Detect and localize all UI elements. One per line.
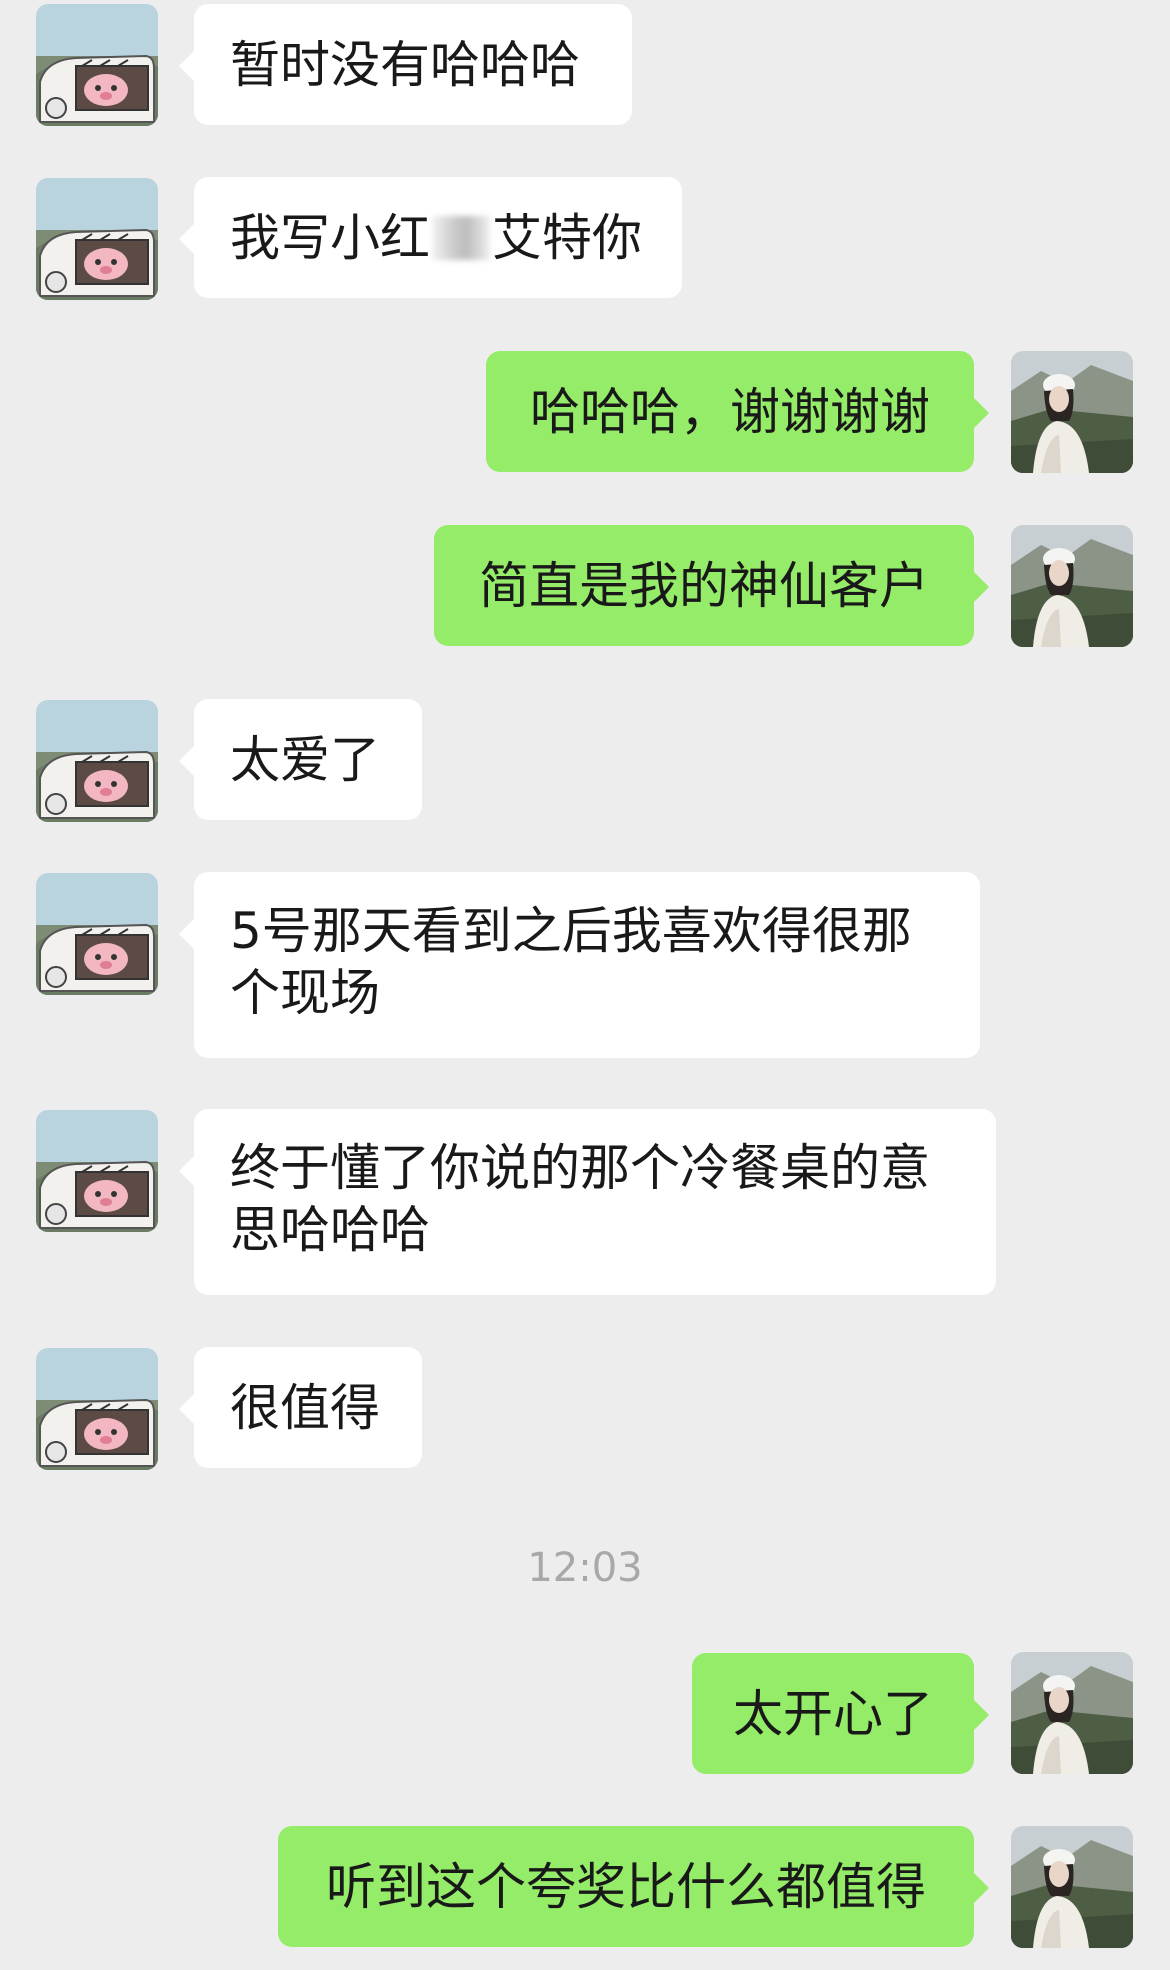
- message-text: 终于懂了你说的那个冷餐桌的意思哈哈哈: [230, 1139, 930, 1259]
- contact-avatar[interactable]: [36, 873, 158, 995]
- contact-avatar[interactable]: [36, 1348, 158, 1470]
- message-text: 简直是我的神仙客户: [479, 556, 929, 615]
- redacted-text: [432, 215, 490, 260]
- mountain-portrait-avatar-icon: [1011, 525, 1133, 647]
- cartoon-car-pig-avatar-icon: [36, 1348, 158, 1470]
- message-text: 太爱了: [230, 730, 380, 789]
- message-text: 5号那天看到之后我喜欢得很那个现场: [230, 902, 912, 1022]
- contact-avatar[interactable]: [36, 700, 158, 822]
- message-bubble-incoming[interactable]: 太爱了: [179, 699, 422, 820]
- cartoon-car-pig-avatar-icon: [36, 178, 158, 300]
- message-bubble-incoming[interactable]: 5号那天看到之后我喜欢得很那个现场: [179, 872, 980, 1058]
- message-text: 听到这个夸奖比什么都值得: [326, 1857, 926, 1916]
- cartoon-car-pig-avatar-icon: [36, 873, 158, 995]
- message-bubble-incoming[interactable]: 终于懂了你说的那个冷餐桌的意思哈哈哈: [179, 1109, 996, 1295]
- mountain-portrait-avatar-icon: [1011, 351, 1133, 473]
- message-bubble-outgoing[interactable]: 哈哈哈，谢谢谢谢: [486, 351, 989, 472]
- message-bubble-incoming[interactable]: 暂时没有哈哈哈: [179, 4, 632, 125]
- contact-avatar[interactable]: [36, 178, 158, 300]
- message-text: 艾特你: [492, 208, 642, 267]
- mountain-portrait-avatar-icon: [1011, 1826, 1133, 1948]
- chat-timestamp: 12:03: [527, 1545, 643, 1591]
- message-bubble-incoming[interactable]: 很值得: [179, 1347, 422, 1468]
- contact-avatar[interactable]: [36, 1110, 158, 1232]
- cartoon-car-pig-avatar-icon: [36, 700, 158, 822]
- contact-avatar[interactable]: [36, 4, 158, 126]
- cartoon-car-pig-avatar-icon: [36, 1110, 158, 1232]
- message-bubble-outgoing[interactable]: 简直是我的神仙客户: [434, 525, 989, 646]
- message-text: 太开心了: [733, 1684, 933, 1743]
- mountain-portrait-avatar-icon: [1011, 1652, 1133, 1774]
- message-text: 很值得: [230, 1378, 380, 1437]
- message-bubble-incoming[interactable]: 我写小红 艾特你: [179, 177, 682, 298]
- cartoon-car-pig-avatar-icon: [36, 4, 158, 126]
- my-avatar[interactable]: [1011, 351, 1133, 473]
- message-bubble-outgoing[interactable]: 太开心了: [692, 1653, 989, 1774]
- my-avatar[interactable]: [1011, 1652, 1133, 1774]
- message-text: 我写小红: [230, 208, 430, 267]
- message-text: 暂时没有哈哈哈: [230, 35, 580, 94]
- message-text: 哈哈哈，谢谢谢谢: [530, 382, 930, 441]
- message-bubble-outgoing[interactable]: 听到这个夸奖比什么都值得: [278, 1826, 989, 1947]
- my-avatar[interactable]: [1011, 525, 1133, 647]
- my-avatar[interactable]: [1011, 1826, 1133, 1948]
